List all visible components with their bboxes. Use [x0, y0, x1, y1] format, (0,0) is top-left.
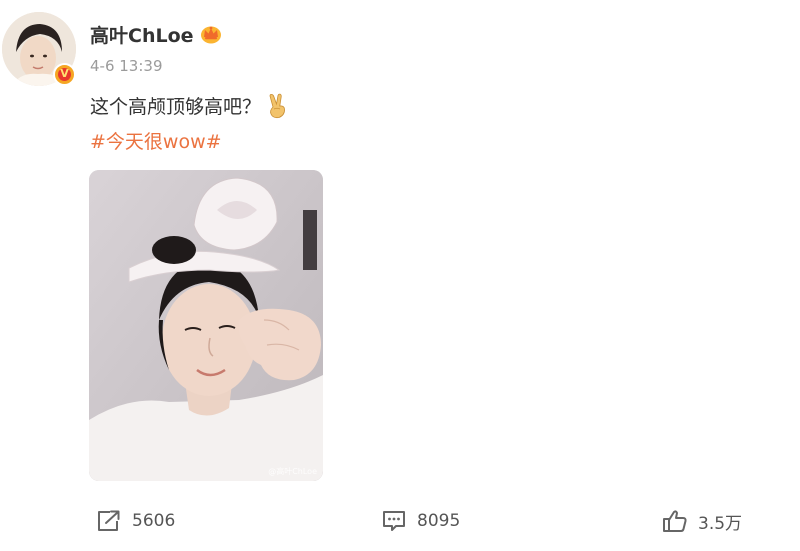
post-photo[interactable]: @高叶ChLoe: [89, 170, 323, 481]
post-timestamp[interactable]: 4-6 13:39: [90, 57, 163, 75]
like-button[interactable]: 3.5万: [662, 506, 742, 536]
comment-icon: [381, 509, 407, 533]
crown-icon[interactable]: [200, 24, 222, 44]
post-body: 这个高颅顶够高吧？: [90, 96, 262, 118]
post-text: 这个高颅顶够高吧？: [90, 92, 289, 119]
hashtag-link[interactable]: #今天很wow#: [90, 127, 222, 154]
username[interactable]: 高叶ChLoe: [90, 21, 194, 48]
repost-button[interactable]: 5606: [96, 506, 175, 536]
thumbs-up-icon: [662, 509, 688, 533]
like-count: 3.5万: [698, 513, 743, 534]
selfie-photo: [89, 170, 323, 481]
repost-count: 5606: [132, 511, 176, 531]
username-row: 高叶ChLoe: [90, 20, 222, 48]
verified-badge: V: [53, 63, 76, 86]
repost-icon: [96, 509, 122, 533]
comment-count: 8095: [417, 511, 461, 531]
victory-hand-icon: [265, 93, 289, 119]
photo-watermark: @高叶ChLoe: [268, 467, 317, 476]
comment-button[interactable]: 8095: [381, 506, 460, 536]
